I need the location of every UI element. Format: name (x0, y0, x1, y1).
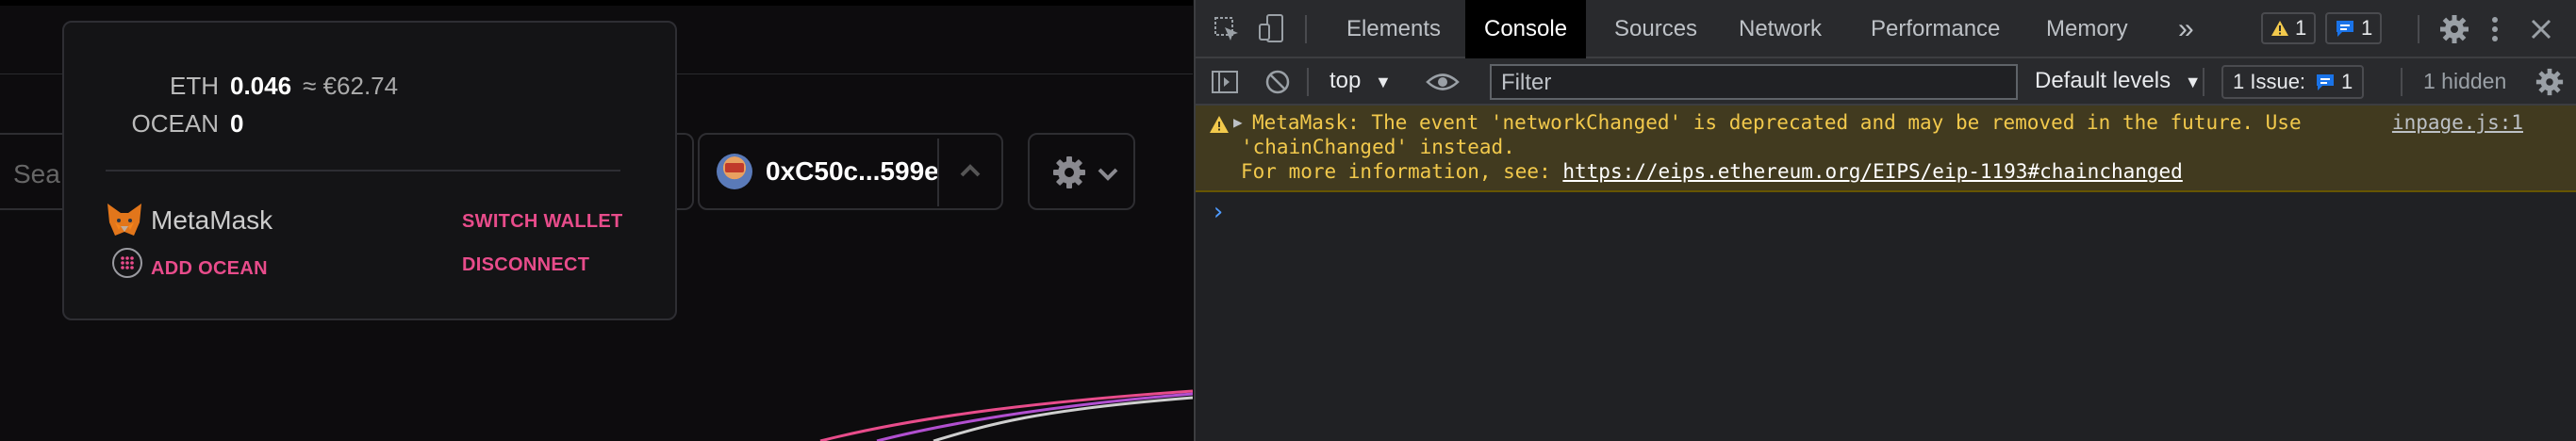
dropdown-arrow-icon: ▼ (1375, 73, 1392, 91)
tab-elements[interactable]: Elements (1328, 0, 1460, 58)
token-amount: 0 (230, 109, 244, 138)
wallet-popover: ETH 0.046 ≈ €62.74 OCEAN 0 MetaMask ADD … (62, 21, 677, 320)
message-icon (2337, 21, 2353, 37)
token-symbol: ETH (170, 72, 219, 100)
settings-gear-icon[interactable] (2438, 13, 2470, 45)
expand-triangle-icon[interactable]: ▶ (1233, 113, 1243, 131)
wallet-provider-name: MetaMask (151, 205, 273, 235)
warning-icon (1210, 116, 1229, 133)
console-settings-gear-icon[interactable] (2535, 67, 2565, 97)
tab-sources[interactable]: Sources (1595, 0, 1716, 58)
balance-row-eth: ETH 0.046 ≈ €62.74 (64, 72, 398, 101)
console-prompt[interactable]: › (1211, 198, 1226, 226)
warnings-badge[interactable]: 1 (2261, 12, 2317, 44)
issues-count: 1 (2341, 70, 2353, 93)
dropdown-arrow-icon: ▼ (2184, 73, 2202, 91)
switch-wallet-button[interactable]: SWITCH WALLET (462, 211, 623, 233)
popover-divider (106, 170, 620, 172)
tab-performance[interactable]: Performance (1852, 0, 2019, 58)
dapp-viewport: Sea 0xC50c...599e ETH 0.046 ≈ €62.74 OCE… (0, 0, 1193, 441)
issues-button[interactable]: 1 Issue: 1 (2221, 65, 2365, 99)
console-warning-message[interactable]: ▶ MetaMask: The event 'networkChanged' i… (1196, 106, 2576, 192)
live-expression-eye-icon[interactable] (1426, 70, 1460, 94)
tab-console[interactable]: Console (1465, 0, 1587, 58)
issue-message-icon (2317, 74, 2335, 90)
ocean-token-icon[interactable] (111, 247, 143, 279)
toolbar-separator (2203, 68, 2204, 96)
device-toolbar-icon[interactable] (1258, 13, 1286, 43)
toolbar-separator (1307, 68, 1309, 96)
warnings-count: 1 (2295, 16, 2307, 40)
console-filter-input[interactable]: Filter (1490, 64, 2018, 100)
messages-badge[interactable]: 1 (2325, 12, 2383, 44)
context-label: top (1329, 68, 1362, 93)
token-amount: 0.046 (230, 72, 292, 100)
devtools-tabbar: Elements Console Sources Network Perform… (1196, 0, 2576, 58)
hidden-messages-count: 1 hidden (2423, 69, 2507, 93)
warning-icon (2271, 21, 2288, 36)
token-symbol: OCEAN (131, 109, 219, 138)
more-options-icon[interactable] (2489, 15, 2501, 43)
more-tabs-button[interactable]: » (2159, 0, 2213, 58)
eip-1193-link[interactable]: https://eips.ethereum.org/EIPS/eip-1193#… (1562, 160, 2182, 183)
disconnect-button[interactable]: DISCONNECT (462, 254, 589, 276)
log-levels-label: Default levels (2035, 68, 2171, 93)
add-ocean-button[interactable]: ADD OCEAN (151, 258, 268, 280)
close-icon[interactable] (2529, 17, 2553, 41)
warning-text-line3: For more information, see: https://eips.… (1241, 160, 2183, 183)
inspect-element-icon[interactable] (1213, 15, 1241, 43)
balance-row-ocean: OCEAN 0 (64, 109, 255, 139)
toolbar-separator (2401, 68, 2403, 96)
devtools-panel: Elements Console Sources Network Perform… (1194, 0, 2576, 441)
fiat-value: ≈ €62.74 (303, 72, 399, 100)
issues-label: 1 Issue: (2233, 70, 2306, 93)
metamask-fox-icon (107, 204, 141, 236)
warning-text-line1: MetaMask: The event 'networkChanged' is … (1252, 111, 2302, 134)
warning-text-prefix: For more information, see: (1241, 160, 1563, 183)
warning-text-line2: 'chainChanged' instead. (1241, 136, 1515, 158)
context-selector[interactable]: top ▼ (1329, 68, 1392, 94)
messages-count: 1 (2361, 16, 2373, 40)
tab-network[interactable]: Network (1720, 0, 1841, 58)
sidebar-toggle-icon[interactable] (1211, 68, 1239, 96)
tab-separator (2418, 15, 2419, 43)
console-toolbar: top ▼ Filter Default levels ▼ 1 Issue: 1… (1196, 58, 2576, 106)
tab-separator (1305, 15, 1307, 43)
clear-console-icon[interactable] (1263, 68, 1292, 96)
log-levels-dropdown[interactable]: Default levels ▼ (2035, 68, 2202, 94)
tab-memory[interactable]: Memory (2027, 0, 2147, 58)
source-link[interactable]: inpage.js:1 (2392, 111, 2523, 134)
